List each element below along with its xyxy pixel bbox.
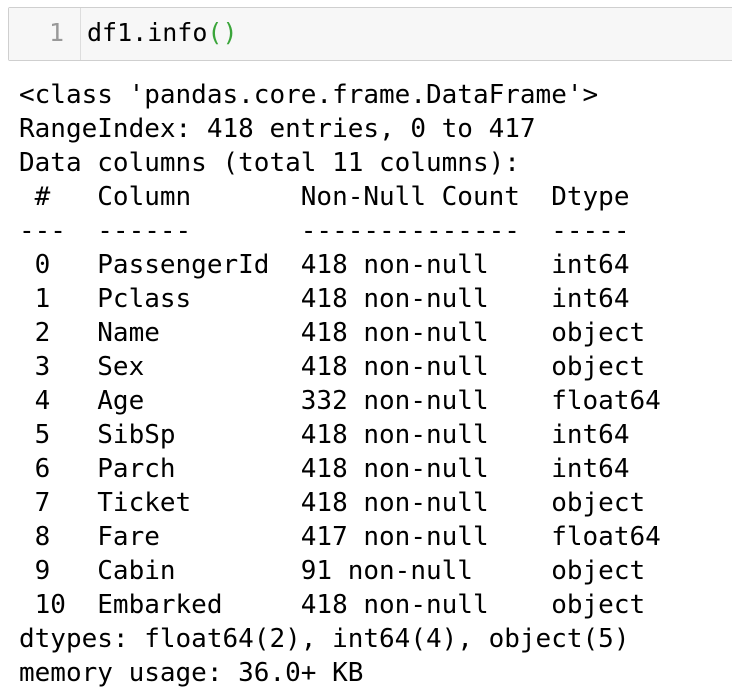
line-number-gutter: 1 <box>9 8 81 60</box>
output-table-row: 7 Ticket 418 non-null object <box>19 488 661 518</box>
code-editor[interactable]: df1.info() <box>87 18 238 48</box>
output-table-row: 2 Name 418 non-null object <box>19 318 661 348</box>
code-text: df1.info <box>87 18 208 47</box>
output-dtypes-line: dtypes: float64(2), int64(4), object(5) <box>19 624 630 654</box>
output-table-row: 3 Sex 418 non-null object <box>19 352 661 382</box>
code-cell-input[interactable]: 1 df1.info() <box>8 7 732 61</box>
output-memory-usage-line: memory usage: 36.0+ KB <box>19 658 364 688</box>
code-parens: () <box>207 18 238 47</box>
output-table-header: # Column Non-Null Count Dtype <box>19 182 661 212</box>
output-table-row: 5 SibSp 418 non-null int64 <box>19 420 661 450</box>
output-class-line: <class 'pandas.core.frame.DataFrame'> <box>19 80 599 110</box>
output-table-separator: --- ------ -------------- ----- <box>19 216 661 246</box>
output-table-row: 0 PassengerId 418 non-null int64 <box>19 250 661 280</box>
output-table-row: 1 Pclass 418 non-null int64 <box>19 284 661 314</box>
output-table-row: 10 Embarked 418 non-null object <box>19 590 661 620</box>
output-table-row: 8 Fare 417 non-null float64 <box>19 522 661 552</box>
output-table-row: 4 Age 332 non-null float64 <box>19 386 661 416</box>
line-number: 1 <box>48 18 64 47</box>
output-columns-summary-line: Data columns (total 11 columns): <box>19 148 520 178</box>
output-table-row: 9 Cabin 91 non-null object <box>19 556 661 586</box>
output-rangeindex-line: RangeIndex: 418 entries, 0 to 417 <box>19 114 536 144</box>
cell-output: <class 'pandas.core.frame.DataFrame'> Ra… <box>19 78 661 690</box>
output-table-row: 6 Parch 418 non-null int64 <box>19 454 661 484</box>
